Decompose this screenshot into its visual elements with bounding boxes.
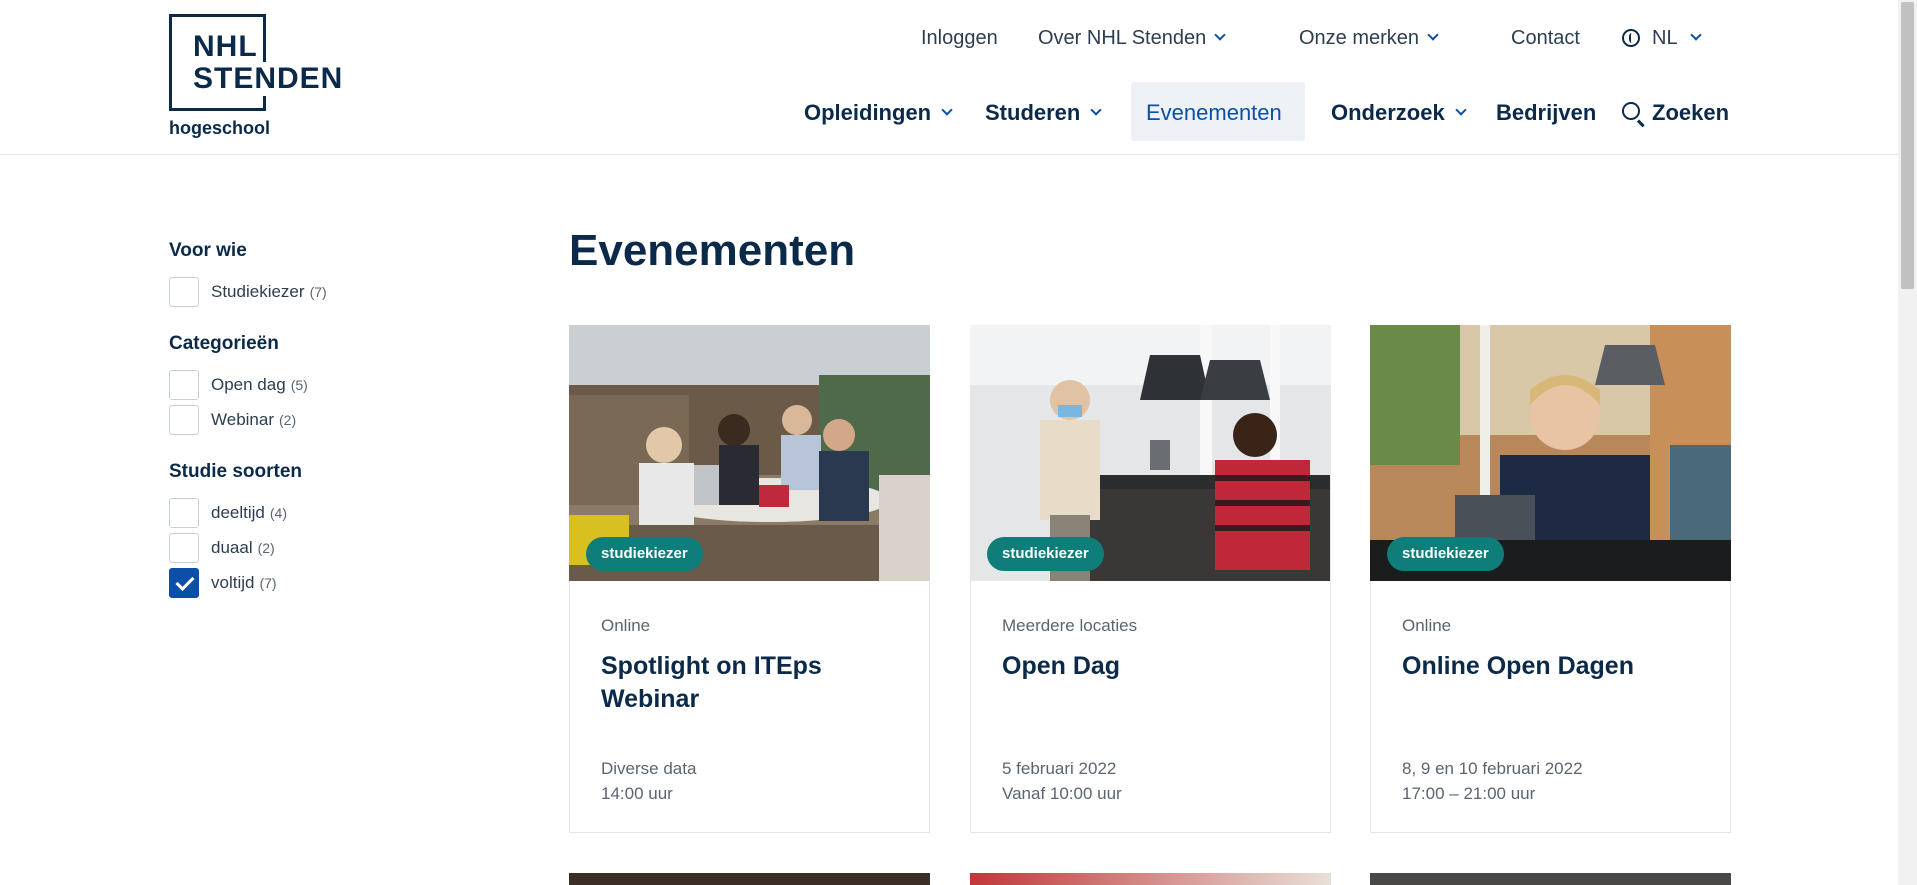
event-location: Meerdere locaties	[1002, 616, 1138, 635]
filter-group-categories: Categorieën Open dag (5) Webinar (2)	[169, 333, 509, 437]
event-date-line1: 8, 9 en 10 februari 2022	[1402, 759, 1583, 778]
checkbox[interactable]	[169, 369, 199, 400]
event-location: Online	[1402, 616, 1452, 635]
nhl-stenden-logo[interactable]: NHL STENDEN hogeschool	[169, 14, 346, 142]
about-label: Over NHL Stenden	[1038, 26, 1207, 49]
nav-search-label: Zoeken	[1652, 100, 1730, 125]
card-body: Online Spotlight on ITEps Webinar	[601, 616, 909, 716]
language-label: NL	[1652, 26, 1678, 49]
nav-events-label: Evenementen	[1146, 100, 1282, 125]
filter-option-open-dag[interactable]: Open dag (5)	[169, 367, 509, 402]
brands-menu[interactable]: Onze merken	[1299, 26, 1439, 50]
event-card-partial[interactable]	[1370, 873, 1731, 885]
filter-option-label: deeltijd	[211, 502, 265, 522]
contact-link[interactable]: Contact	[1511, 26, 1580, 50]
chevron-down-icon	[1689, 29, 1702, 41]
site-header: NHL STENDEN hogeschool Inloggen Over NHL…	[0, 0, 1898, 155]
category-tag: studiekiezer	[586, 537, 703, 571]
nav-companies-label: Bedrijven	[1496, 100, 1597, 125]
nav-events[interactable]: Evenementen	[1146, 100, 1282, 126]
contact-label: Contact	[1511, 26, 1580, 49]
filter-heading: Categorieën	[169, 333, 279, 354]
filter-group-study-types: Studie soorten deeltijd (4) duaal (2) vo…	[169, 461, 509, 600]
event-card-partial[interactable]	[970, 873, 1331, 885]
event-time: 17:00 – 21:00 uur	[1402, 784, 1536, 803]
event-date-line1: 5 februari 2022	[1002, 759, 1117, 778]
page-title: Evenementen	[569, 226, 856, 275]
event-card[interactable]: studiekiezer Online Online Open Dagen 8,…	[1370, 325, 1731, 833]
logo-text-line2: STENDEN	[193, 62, 346, 96]
filter-option-label: Open dag	[211, 374, 286, 394]
login-link[interactable]: Inloggen	[921, 26, 998, 50]
checkbox[interactable]	[169, 497, 199, 528]
event-title[interactable]: Online Open Dagen	[1402, 650, 1710, 683]
filter-option-label: voltijd	[211, 572, 255, 592]
about-menu[interactable]: Over NHL Stenden	[1038, 26, 1226, 50]
logo-subtitle: hogeschool	[169, 118, 271, 138]
event-card[interactable]: studiekiezer Meerdere locaties Open Dag …	[970, 325, 1331, 833]
event-time: Vanaf 10:00 uur	[1002, 784, 1122, 803]
event-time: 14:00 uur	[601, 784, 673, 803]
language-selector[interactable]: NL	[1622, 26, 1702, 50]
filter-group-audience: Voor wie Studiekiezer (7)	[169, 240, 509, 309]
checkbox[interactable]	[169, 276, 199, 307]
card-body: Meerdere locaties Open Dag	[1002, 616, 1310, 683]
filter-option-studiekiezer[interactable]: Studiekiezer (7)	[169, 274, 509, 309]
filter-option-count: (7)	[259, 574, 277, 591]
chevron-down-icon	[1455, 104, 1467, 116]
filter-sidebar: Voor wie Studiekiezer (7) Categorieën Op…	[169, 240, 509, 624]
chevron-down-icon	[1214, 29, 1226, 41]
filter-option-count: (2)	[279, 411, 297, 428]
checkbox[interactable]	[169, 404, 199, 435]
logo-text-line1: NHL	[193, 30, 262, 64]
filter-option-duaal[interactable]: duaal (2)	[169, 530, 509, 565]
filter-heading: Voor wie	[169, 240, 247, 261]
nav-companies[interactable]: Bedrijven	[1496, 100, 1596, 126]
nav-study-label: Studeren	[985, 100, 1081, 125]
filter-option-voltijd[interactable]: voltijd (7)	[169, 565, 509, 600]
checkbox[interactable]	[169, 532, 199, 563]
nav-study[interactable]: Studeren	[985, 100, 1103, 126]
event-card-partial[interactable]	[569, 873, 930, 885]
nav-programs[interactable]: Opleidingen	[804, 100, 953, 126]
scrollbar-thumb[interactable]	[1901, 2, 1914, 289]
nav-research[interactable]: Onderzoek	[1331, 100, 1467, 126]
nav-research-label: Onderzoek	[1331, 100, 1445, 125]
filter-option-deeltijd[interactable]: deeltijd (4)	[169, 495, 509, 530]
checkbox-checked[interactable]	[169, 567, 199, 598]
filter-option-label: duaal	[211, 537, 253, 557]
filter-option-count: (2)	[257, 539, 275, 556]
filter-option-label: Webinar	[211, 409, 274, 429]
filter-option-webinar[interactable]: Webinar (2)	[169, 402, 509, 437]
login-label: Inloggen	[921, 26, 998, 49]
filter-option-count: (4)	[269, 504, 287, 521]
page-scrollbar[interactable]	[1898, 0, 1917, 885]
filter-option-count: (7)	[309, 283, 327, 300]
event-title[interactable]: Spotlight on ITEps Webinar	[601, 650, 909, 716]
event-date-line1: Diverse data	[601, 759, 697, 778]
event-location: Online	[601, 616, 651, 635]
nav-programs-label: Opleidingen	[804, 100, 932, 125]
category-tag: studiekiezer	[987, 537, 1104, 571]
card-body: Online Online Open Dagen	[1402, 616, 1710, 683]
chevron-down-icon	[941, 104, 953, 116]
filter-heading: Studie soorten	[169, 461, 303, 482]
nav-search[interactable]: Zoeken	[1622, 100, 1729, 126]
category-tag: studiekiezer	[1387, 537, 1504, 571]
event-date: 8, 9 en 10 februari 2022 17:00 – 21:00 u…	[1402, 756, 1583, 806]
event-date: 5 februari 2022 Vanaf 10:00 uur	[1002, 756, 1122, 806]
event-title[interactable]: Open Dag	[1002, 650, 1310, 683]
chevron-down-icon	[1427, 29, 1439, 41]
event-card[interactable]: studiekiezer Online Spotlight on ITEps W…	[569, 325, 930, 833]
brands-label: Onze merken	[1299, 26, 1420, 49]
globe-icon	[1622, 29, 1640, 47]
search-icon	[1622, 102, 1640, 120]
filter-option-count: (5)	[290, 376, 308, 393]
filter-option-label: Studiekiezer	[211, 281, 305, 301]
chevron-down-icon	[1090, 104, 1103, 116]
event-date: Diverse data 14:00 uur	[601, 756, 696, 806]
